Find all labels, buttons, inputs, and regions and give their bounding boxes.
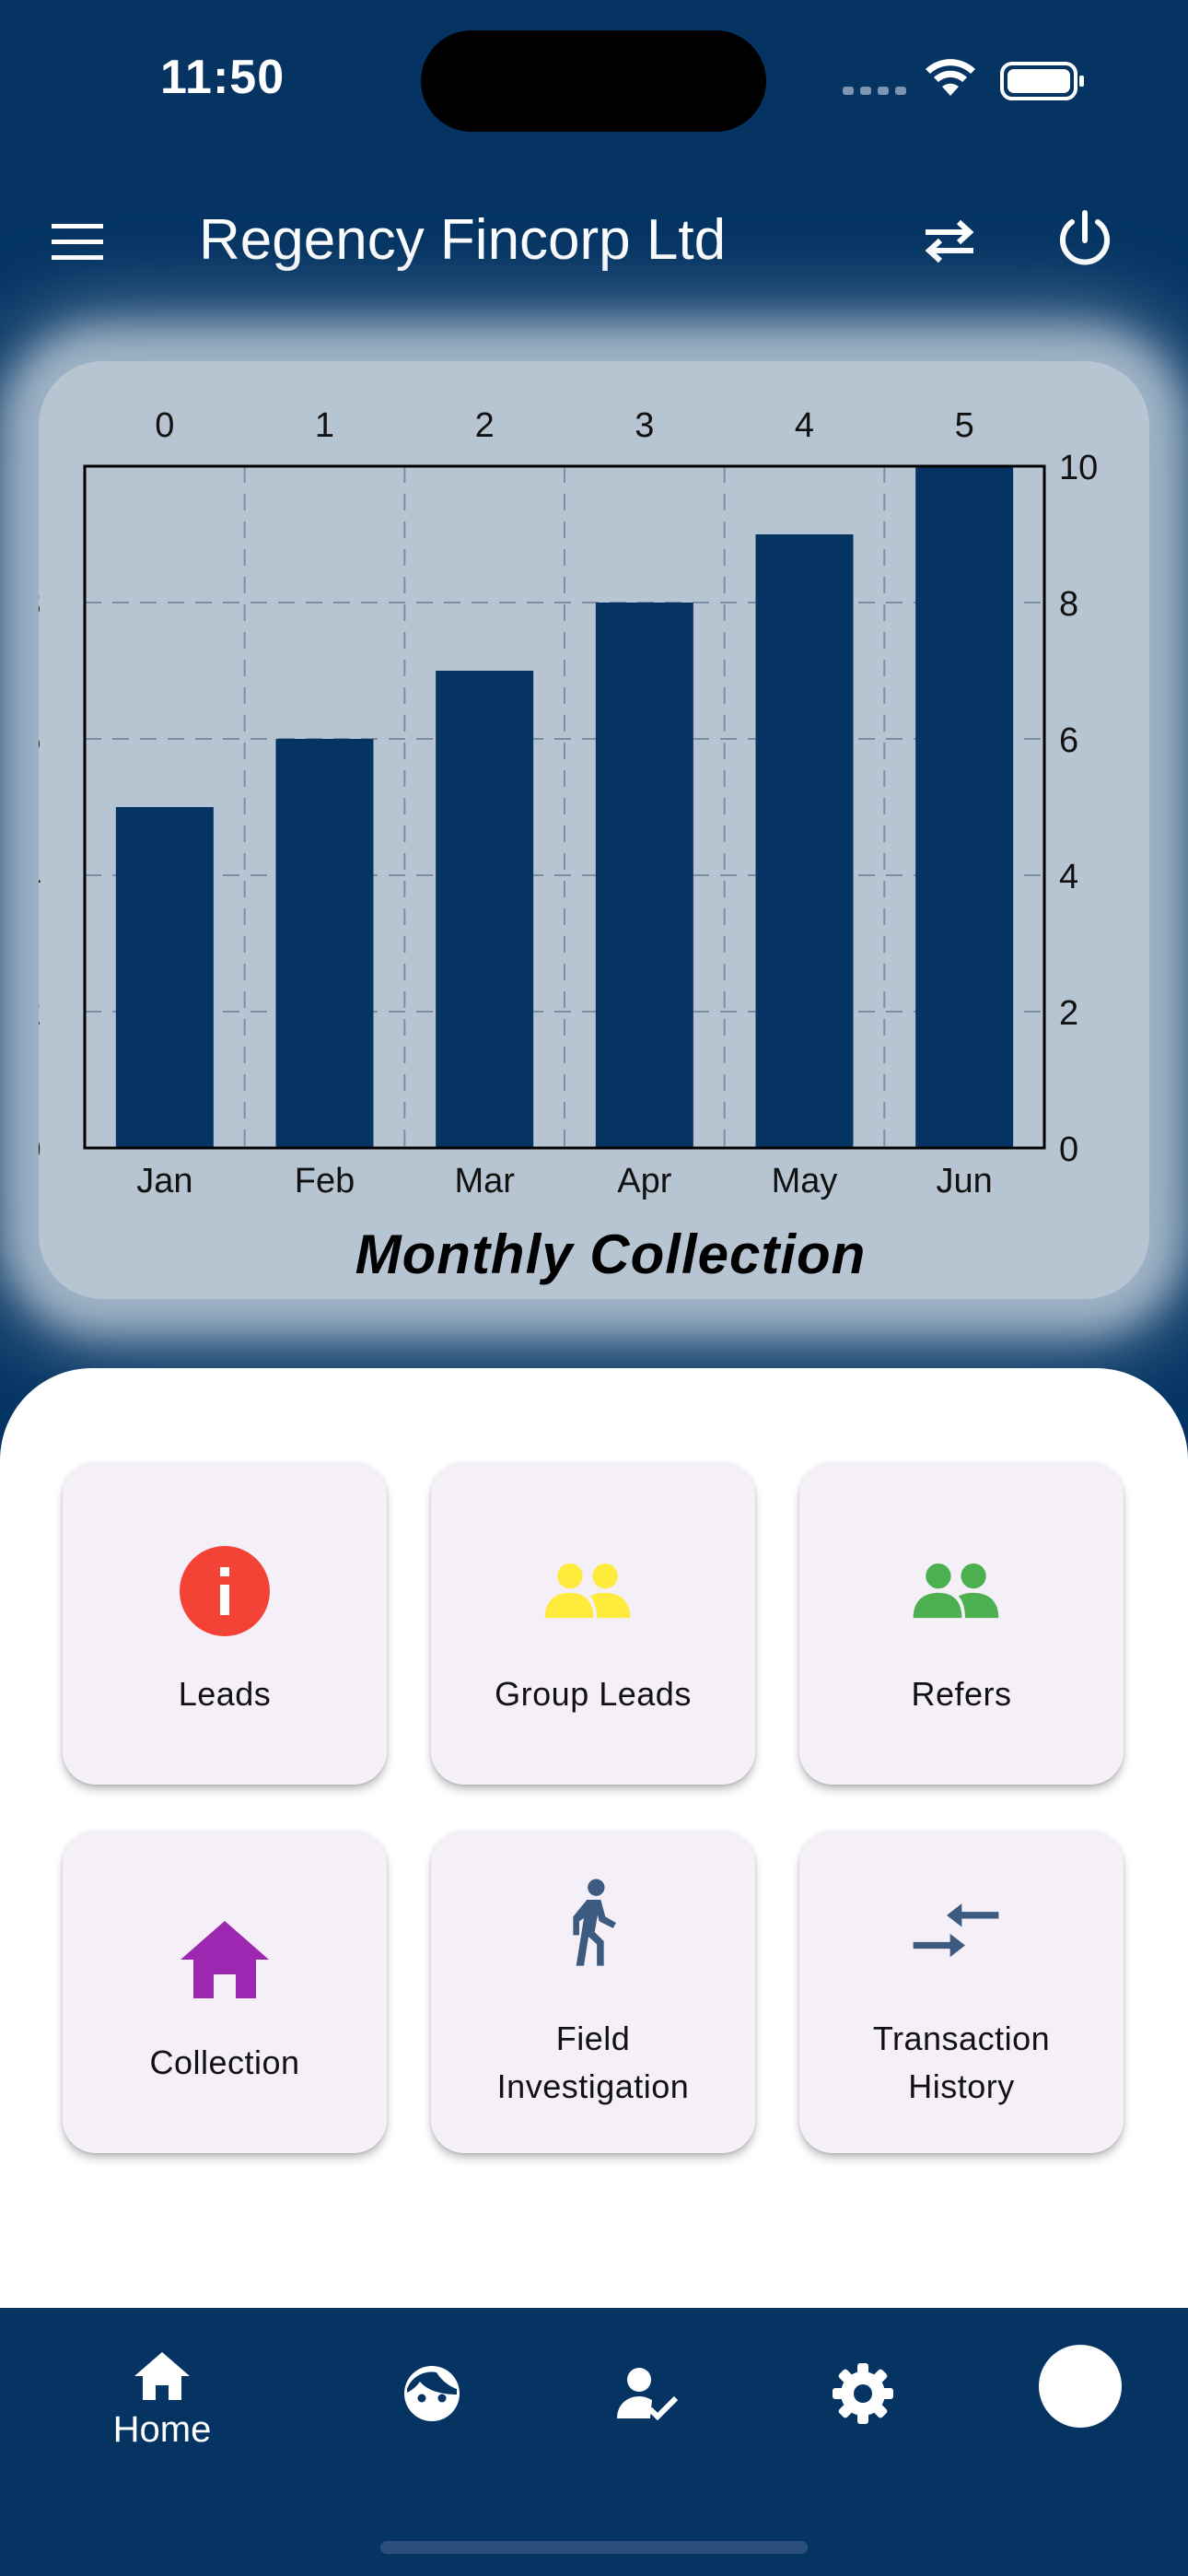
face-icon[interactable]	[400, 2361, 464, 2426]
info-icon	[180, 1546, 270, 1636]
tile-group-leads[interactable]: Group Leads	[431, 1462, 755, 1785]
people-icon	[913, 1563, 999, 1619]
right-y-tick-label: 6	[1059, 721, 1078, 760]
bar-feb	[275, 739, 374, 1148]
status-time: 11:50	[160, 51, 285, 104]
right-y-tick-label: 2	[1059, 994, 1078, 1033]
monthly-collection-chart: JanFebMarAprMayJun01234502468100246810Mo…	[39, 406, 1098, 1285]
home-icon	[181, 1921, 269, 1998]
top-tick-label: 2	[475, 406, 495, 445]
settings-icon[interactable]	[831, 2361, 895, 2426]
tile-label-line1: Field	[555, 2020, 631, 2057]
tile-label: Leads	[178, 1675, 272, 1713]
top-tick-label: 5	[955, 406, 974, 445]
power-icon[interactable]	[1050, 205, 1120, 275]
x-tick-label: Apr	[617, 1162, 671, 1200]
avatar[interactable]	[1039, 2345, 1122, 2428]
bar-may	[755, 534, 854, 1148]
left-y-tick-label: 6	[39, 721, 41, 760]
x-tick-label: Mar	[454, 1162, 515, 1200]
x-tick-label: Jan	[136, 1162, 192, 1200]
chart-title: Monthly Collection	[355, 1224, 867, 1285]
top-tick-label: 0	[155, 406, 174, 445]
menu-panel: Leads Group Leads Refers Collection Fiel…	[0, 1368, 1188, 2308]
tile-leads[interactable]: Leads	[63, 1462, 387, 1785]
top-tick-label: 1	[315, 406, 334, 445]
person-check-icon[interactable]	[615, 2361, 680, 2426]
nav-home[interactable]: Home	[90, 2347, 234, 2466]
chart-card: JanFebMarAprMayJun01234502468100246810Mo…	[39, 361, 1149, 1299]
tile-field-investigation[interactable]: Field Investigation	[431, 1831, 755, 2153]
right-y-tick-label: 10	[1059, 449, 1098, 487]
status-bar: 11:50	[0, 0, 1188, 157]
tile-label-line2: Investigation	[496, 2067, 690, 2105]
battery-icon	[1000, 62, 1084, 100]
tile-label-line1: Transaction	[872, 2020, 1051, 2057]
bar-mar	[436, 671, 534, 1148]
tile-label: Refers	[911, 1675, 1012, 1713]
status-icons	[843, 59, 1084, 100]
tile-refers[interactable]: Refers	[799, 1462, 1124, 1785]
left-y-tick-label: 0	[39, 1130, 41, 1169]
compare-arrows-icon	[913, 1903, 999, 1958]
top-tick-label: 3	[635, 406, 654, 445]
dynamic-island	[421, 30, 766, 132]
left-y-tick-label: 4	[39, 858, 41, 896]
nav-home-label: Home	[112, 2409, 212, 2450]
home-icon	[134, 2352, 190, 2400]
tile-label: Group Leads	[495, 1675, 692, 1713]
x-tick-label: Jun	[937, 1162, 993, 1200]
bottom-navigation: Home	[0, 2308, 1188, 2576]
app-title: Regency Fincorp Ltd	[199, 208, 727, 272]
tile-collection[interactable]: Collection	[63, 1831, 387, 2153]
home-indicator	[380, 2541, 808, 2554]
tile-label-line2: History	[908, 2067, 1015, 2105]
walking-person-icon	[573, 1879, 616, 1966]
x-tick-label: May	[772, 1162, 838, 1200]
signal-icon	[843, 87, 906, 95]
bar-jun	[915, 466, 1014, 1148]
right-y-tick-label: 0	[1059, 1130, 1078, 1169]
top-tick-label: 4	[795, 406, 814, 445]
wifi-icon	[926, 59, 975, 96]
right-y-tick-label: 8	[1059, 585, 1078, 624]
swap-horiz-icon[interactable]	[916, 207, 983, 274]
right-y-tick-label: 4	[1059, 858, 1078, 896]
left-y-tick-label: 8	[39, 585, 41, 624]
bar-apr	[595, 603, 693, 1148]
app-bar: Regency Fincorp Ltd	[0, 180, 1188, 304]
x-tick-label: Feb	[295, 1162, 355, 1200]
left-y-tick-label: 2	[39, 994, 41, 1033]
tile-label: Collection	[149, 2043, 300, 2081]
bar-jan	[115, 807, 214, 1148]
tile-transaction-history[interactable]: Transaction History	[799, 1831, 1124, 2153]
menu-icon[interactable]	[44, 209, 111, 275]
people-icon	[544, 1563, 631, 1619]
